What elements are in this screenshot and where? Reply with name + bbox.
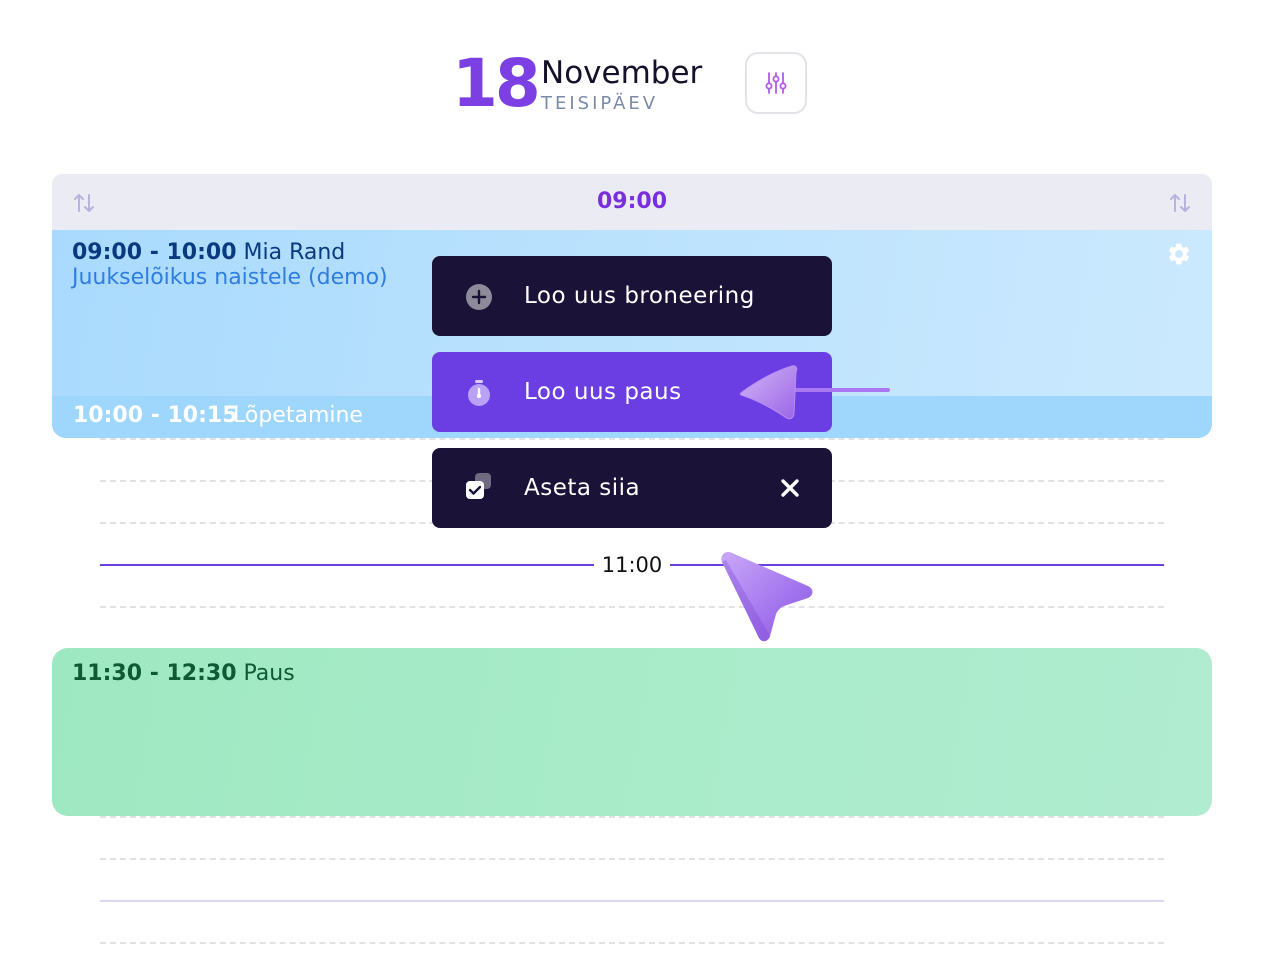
menu-item-label: Loo uus paus: [524, 379, 682, 405]
pause-label: Paus: [243, 661, 295, 686]
paste-icon: [466, 473, 491, 499]
time-header-bar: 09:00: [52, 174, 1212, 230]
time-header-label: 09:00: [596, 189, 668, 214]
current-time-label: 11:00: [601, 553, 663, 577]
gear-icon[interactable]: [1166, 241, 1192, 267]
grid-line: [100, 942, 1164, 944]
sort-arrows-icon[interactable]: [72, 191, 96, 215]
plus-circle-icon: [466, 284, 492, 310]
hour-line: [100, 900, 1164, 902]
pointer-arrow-icon: [739, 365, 890, 420]
pause-time-range: 11:30 - 12:30: [72, 661, 237, 686]
timer-icon: [468, 380, 490, 406]
cursor-icon: [721, 552, 813, 642]
pause-card[interactable]: 11:30 - 12:30 Paus: [52, 648, 1212, 816]
month-name: November: [541, 55, 703, 91]
menu-item-new-booking[interactable]: Loo uus broneering: [432, 256, 832, 336]
booking-client: Mia Rand: [243, 240, 346, 265]
sort-arrows-icon[interactable]: [1168, 191, 1192, 215]
close-icon[interactable]: [779, 477, 801, 499]
pause-header: 11:30 - 12:30 Paus: [72, 660, 295, 688]
current-time-line: [100, 564, 594, 566]
finishing-label: Lõpetamine: [233, 403, 363, 428]
menu-item-paste-here[interactable]: Aseta siia: [432, 448, 832, 528]
finishing-time-range: 10:00 - 10:15: [73, 403, 238, 428]
booking-service: Juukselõikus naistele (demo): [72, 265, 388, 290]
sliders-icon: [765, 72, 787, 94]
menu-item-label: Loo uus broneering: [524, 283, 755, 309]
day-number: 18: [452, 45, 541, 122]
grid-line: [100, 438, 1164, 440]
grid-line: [100, 816, 1164, 818]
grid-line: [100, 858, 1164, 860]
booking-header: 09:00 - 10:00 Mia Rand: [72, 240, 345, 266]
menu-item-label: Aseta siia: [524, 475, 641, 501]
grid-line: [100, 606, 1164, 608]
filter-button[interactable]: [745, 52, 807, 114]
booking-time-range: 09:00 - 10:00: [72, 240, 237, 265]
weekday-label: TEISIPÄEV: [541, 93, 659, 114]
